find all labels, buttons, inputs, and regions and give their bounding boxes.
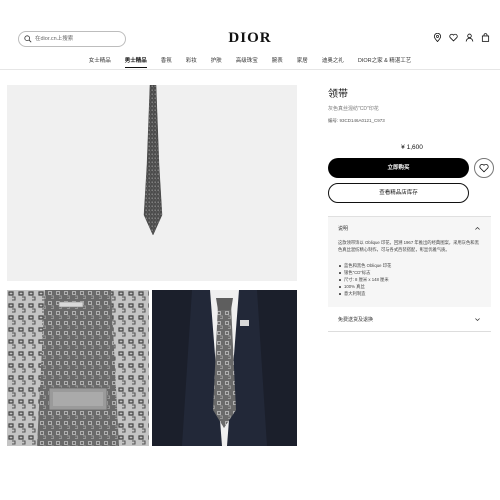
main-nav: 女士精品 男士精品 香氛 彩妆 护肤 高级珠宝 腕表 家居 迪奥之礼 DIOR之…: [0, 56, 500, 68]
user-icon[interactable]: [465, 33, 474, 42]
description-header[interactable]: 说明: [338, 225, 481, 232]
product-image-main[interactable]: [7, 85, 297, 281]
nav-item-men[interactable]: 男士精品: [124, 56, 147, 68]
nav-item-makeup[interactable]: 彩妆: [186, 56, 197, 68]
tie-detail-image: [7, 290, 149, 446]
wishlist-button[interactable]: [474, 158, 494, 178]
store-stock-button[interactable]: 查看精品店库存: [328, 183, 469, 203]
list-item: 尺寸: 8 厘米 x 148 厘米: [338, 276, 481, 283]
location-icon[interactable]: [433, 33, 442, 42]
nav-item-fragrance[interactable]: 香氛: [161, 56, 172, 68]
list-item: 蓝色和黑色 Oblique 印花: [338, 262, 481, 269]
product-image-worn[interactable]: [152, 290, 297, 446]
tie-image: [7, 85, 297, 281]
buy-row: 立即购买: [328, 158, 496, 178]
description-bullets: 蓝色和黑色 Oblique 印花 银色"CD"标志 尺寸: 8 厘米 x 148…: [338, 262, 481, 297]
dior-logo[interactable]: DIOR: [0, 30, 500, 47]
heart-icon: [479, 164, 489, 173]
nav-item-jewelry[interactable]: 高级珠宝: [236, 56, 258, 68]
description-panel: 说明 这款领带饰以 Oblique 印花，回溯 1967 年推出的经典图案，采用…: [328, 216, 491, 307]
site-header: DIOR 女士精品 男士精品 香氛 彩妆 护肤 高级珠宝 腕表 家居 迪奥之礼 …: [0, 0, 500, 70]
description-text: 这款领带饰以 Oblique 印花，回溯 1967 年推出的经典图案，采用灰色和…: [338, 240, 479, 252]
product-info: 领带 灰色真丝混纺"CD"印花 编号: 93CD146A0121_C973 ¥ …: [328, 85, 496, 332]
product-image-detail[interactable]: [7, 290, 149, 446]
product-subtitle: 灰色真丝混纺"CD"印花: [328, 106, 379, 112]
nav-item-watches[interactable]: 腕表: [272, 56, 283, 68]
list-item: 银色"CD"标志: [338, 269, 481, 276]
model-image: [152, 290, 297, 446]
nav-item-home[interactable]: 家居: [297, 56, 308, 68]
heart-icon[interactable]: [449, 33, 458, 42]
nav-item-house[interactable]: DIOR之家 & 精湛工艺: [358, 56, 411, 68]
product-title: 领带: [328, 89, 348, 100]
bag-icon[interactable]: [481, 33, 490, 42]
product-price: ¥ 1,600: [401, 144, 423, 151]
description-title: 说明: [338, 226, 349, 232]
shipping-label: 免费送货及退换: [338, 317, 374, 323]
buy-now-button[interactable]: 立即购买: [328, 158, 469, 178]
nav-item-women[interactable]: 女士精品: [89, 56, 111, 68]
list-item: 意大利制造: [338, 290, 481, 297]
nav-item-skincare[interactable]: 护肤: [211, 56, 222, 68]
header-icons: [433, 33, 490, 42]
nav-item-gifts[interactable]: 迪奥之礼: [322, 56, 344, 68]
chevron-down-icon: [475, 318, 480, 322]
product-code: 编号: 93CD146A0121_C973: [328, 118, 385, 123]
list-item: 100% 真丝: [338, 283, 481, 290]
shipping-accordion[interactable]: 免费送货及退换: [328, 307, 491, 332]
chevron-up-icon[interactable]: [474, 225, 481, 232]
